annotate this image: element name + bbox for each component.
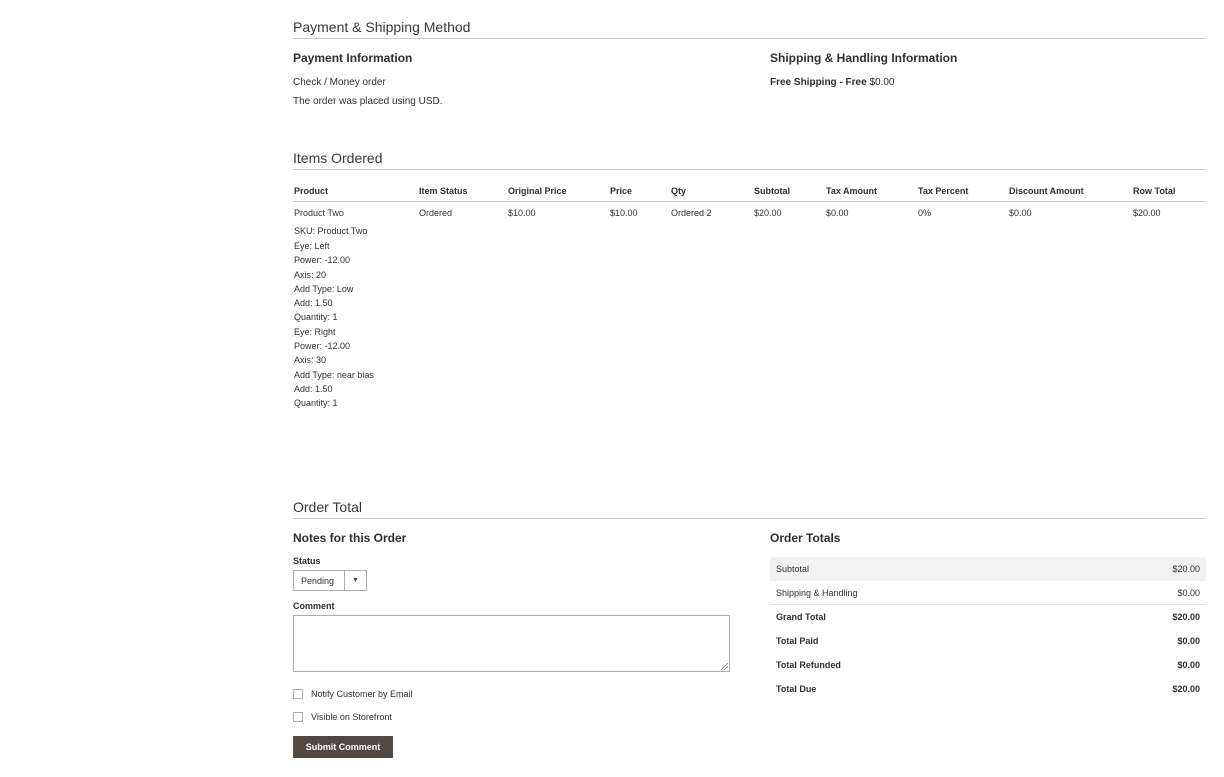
visible-storefront-label[interactable]: Visible on Storefront (311, 712, 392, 722)
notify-customer-row: Notify Customer by Email (293, 689, 413, 699)
product-name: Product Two (294, 208, 344, 218)
option-line: Axis: 30 (294, 355, 327, 366)
item-status-cell: Ordered (419, 208, 453, 218)
notes-title: Notes for this Order (293, 531, 407, 545)
order-totals-table: Subtotal $20.00 Shipping & Handling $0.0… (770, 557, 1206, 701)
payment-method: Check / Money order (293, 77, 386, 88)
triangle-down-icon: ▼ (344, 571, 366, 590)
option-line: Add: 1.50 (294, 298, 333, 309)
totals-value: $20.00 (1172, 684, 1200, 694)
col-tax-amount: Tax Amount (825, 182, 917, 202)
visible-storefront-row: Visible on Storefront (293, 712, 392, 722)
col-qty: Qty (670, 182, 753, 202)
totals-label: Shipping & Handling (776, 587, 858, 598)
col-item-status: Item Status (418, 182, 507, 202)
totals-value: $20.00 (1172, 564, 1200, 574)
product-options: Eye: Left Power: -12.00 Axis: 20 Add Typ… (294, 239, 418, 411)
option-line: Quantity: 1 (294, 312, 338, 323)
totals-label: Total Paid (776, 636, 819, 646)
notify-customer-label[interactable]: Notify Customer by Email (311, 689, 413, 699)
totals-row-total-due: Total Due $20.00 (770, 677, 1206, 701)
col-tax-percent: Tax Percent (917, 182, 1008, 202)
payment-info-title: Payment Information (293, 51, 413, 65)
col-original-price: Original Price (507, 182, 609, 202)
option-line: Quantity: 1 (294, 398, 338, 409)
shipping-method: Free Shipping - Free (770, 77, 867, 88)
original-price-cell: $10.00 (508, 208, 536, 218)
shipping-info-title: Shipping & Handling Information (770, 51, 958, 65)
col-product: Product (293, 182, 418, 202)
totals-label: Total Refunded (776, 660, 841, 670)
option-line: Eye: Right (294, 326, 336, 337)
status-label: Status (293, 556, 321, 566)
resize-handle-icon[interactable] (721, 663, 728, 670)
row-total-cell: $20.00 (1133, 208, 1161, 218)
shipping-method-line: Free Shipping - Free $0.00 (770, 77, 895, 88)
shipping-price: $0.00 (869, 77, 895, 88)
order-total-section-title: Order Total (293, 499, 1206, 519)
col-subtotal: Subtotal (753, 182, 825, 202)
option-line: Axis: 20 (294, 269, 327, 280)
totals-label: Subtotal (776, 564, 810, 574)
items-ordered-table: Product Item Status Original Price Price… (293, 182, 1206, 411)
totals-row-shipping: Shipping & Handling $0.00 (770, 581, 1206, 605)
option-line: Eye: Left (294, 241, 330, 251)
option-line: Add Type: near bias (294, 369, 374, 380)
totals-label: Grand Total (776, 612, 826, 622)
totals-value: $0.00 (1177, 587, 1200, 598)
col-discount-amount: Discount Amount (1008, 182, 1132, 202)
comment-label: Comment (293, 601, 335, 611)
discount-cell: $0.00 (1009, 208, 1032, 218)
currency-note: The order was placed using USD. (293, 96, 443, 107)
tax-amount-cell: $0.00 (826, 208, 849, 218)
product-sku: SKU: Product Two (294, 226, 368, 236)
totals-row-total-paid: Total Paid $0.00 (770, 629, 1206, 653)
subtotal-cell: $20.00 (754, 208, 782, 218)
price-cell: $10.00 (610, 208, 638, 218)
qty-cell: Ordered 2 (671, 208, 712, 218)
totals-value: $0.00 (1177, 660, 1200, 670)
totals-label: Total Due (776, 684, 817, 694)
totals-row-total-refunded: Total Refunded $0.00 (770, 653, 1206, 677)
option-line: Add: 1.50 (294, 383, 333, 394)
comment-textarea[interactable] (293, 615, 730, 672)
option-line: Add Type: Low (294, 283, 354, 294)
tax-percent-cell: 0% (918, 208, 932, 218)
totals-value: $0.00 (1177, 636, 1200, 646)
totals-value: $20.00 (1172, 612, 1200, 622)
visible-storefront-checkbox[interactable] (293, 712, 303, 722)
payment-shipping-section-title: Payment & Shipping Method (293, 19, 1206, 39)
order-totals-title: Order Totals (770, 531, 841, 545)
option-line: Power: -12.00 (294, 255, 351, 266)
table-row: Product Two SKU: Product Two Eye: Left P… (293, 202, 1206, 411)
status-select[interactable]: Pending ▼ (293, 570, 367, 591)
notify-customer-checkbox[interactable] (293, 689, 303, 699)
items-ordered-section-title: Items Ordered (293, 150, 1206, 170)
col-price: Price (609, 182, 670, 202)
product-cell: Product Two SKU: Product Two Eye: Left P… (293, 202, 418, 411)
totals-row-subtotal: Subtotal $20.00 (770, 557, 1206, 581)
col-row-total: Row Total (1132, 182, 1206, 202)
status-select-value: Pending (301, 575, 335, 586)
option-line: Power: -12.00 (294, 341, 351, 352)
items-table-header: Product Item Status Original Price Price… (293, 182, 1206, 202)
totals-row-grand-total: Grand Total $20.00 (770, 605, 1206, 629)
submit-comment-button[interactable]: Submit Comment (293, 736, 393, 758)
